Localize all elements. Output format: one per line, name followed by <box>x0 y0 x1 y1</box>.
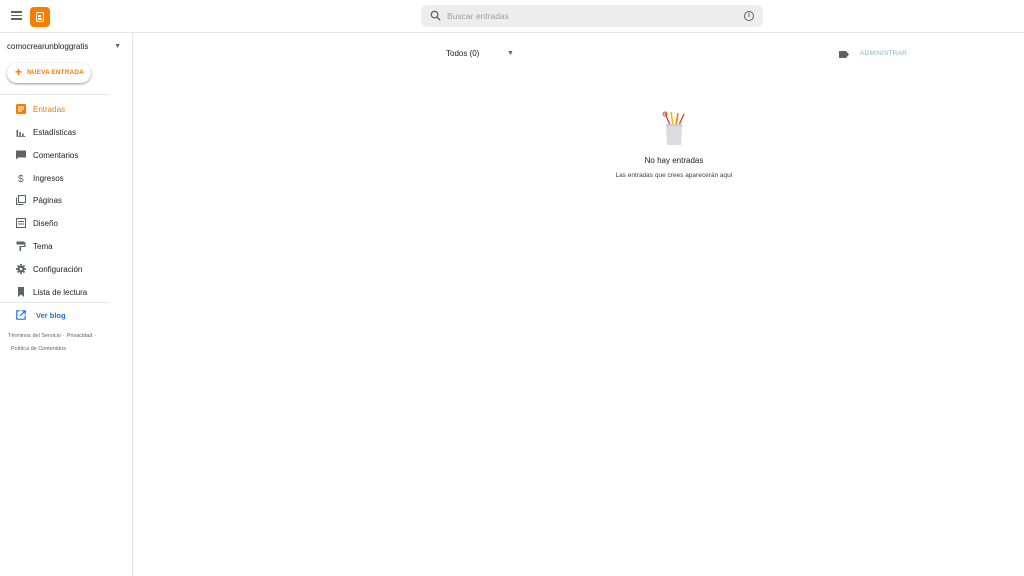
theme-icon <box>16 241 26 251</box>
chevron-down-icon: ▼ <box>114 43 121 50</box>
empty-posts-illustration <box>662 111 685 145</box>
info-icon[interactable]: i <box>744 11 754 21</box>
terms-link[interactable]: Términos del Servicio <box>8 333 61 339</box>
empty-state-title: No hay entradas <box>644 156 704 165</box>
content-policy-link[interactable]: Política de Contenidos <box>11 346 66 352</box>
separator: · <box>62 333 65 339</box>
search-bar: i <box>421 5 763 27</box>
blog-name: comocrearunbloggratis <box>7 42 89 51</box>
separator: · <box>94 333 97 339</box>
open-in-new-icon <box>16 310 26 320</box>
gear-icon <box>16 264 26 274</box>
blogger-logo[interactable] <box>30 7 50 27</box>
sidebar-item-label: Estadísticas <box>33 128 77 137</box>
label-icon <box>839 51 849 58</box>
posts-icon <box>16 104 26 114</box>
search-input[interactable] <box>447 8 737 24</box>
sidebar-item-label: Tema <box>33 242 53 251</box>
sidebar-item-label: Lista de lectura <box>33 288 88 297</box>
sidebar-item-label: Páginas <box>33 196 62 205</box>
new-post-button[interactable]: + NUEVA ENTRADA <box>7 63 91 83</box>
blog-selector[interactable]: comocrearunbloggratis ▼ <box>7 42 123 54</box>
sidebar: comocrearunbloggratis ▼ + NUEVA ENTRADA … <box>0 33 133 576</box>
sidebar-item-label: Diseño <box>33 219 58 228</box>
post-filter-dropdown[interactable]: Todos (0) ▼ <box>446 49 516 61</box>
top-bar: i <box>0 0 1024 33</box>
earnings-icon: $ <box>18 174 24 183</box>
pages-icon <box>16 195 26 205</box>
sidebar-item-label: Configuración <box>33 265 83 274</box>
layout-icon <box>16 218 26 228</box>
sidebar-item-reading-list[interactable]: Lista de lectura <box>0 282 120 302</box>
sidebar-divider <box>0 302 109 303</box>
sidebar-item-pages[interactable]: Páginas <box>0 190 120 210</box>
sidebar-item-label: Entradas <box>33 105 66 114</box>
search-icon <box>430 10 441 21</box>
sidebar-item-label: Ingresos <box>33 174 64 183</box>
empty-state-subtitle: Las entradas que crees aparecerán aquí <box>615 172 733 179</box>
comments-icon <box>16 150 26 160</box>
stats-icon <box>16 130 26 137</box>
sidebar-item-layout[interactable]: Diseño <box>0 213 120 233</box>
new-post-label: NUEVA ENTRADA <box>27 69 84 76</box>
sidebar-item-settings[interactable]: Configuración <box>0 259 120 279</box>
sidebar-item-theme[interactable]: Tema <box>0 236 120 256</box>
sidebar-item-label: Comentarios <box>33 151 79 160</box>
bookmark-icon <box>18 287 24 297</box>
menu-icon[interactable] <box>11 11 22 20</box>
sidebar-item-posts[interactable]: Entradas <box>0 99 120 119</box>
sidebar-divider <box>0 94 109 95</box>
sidebar-item-comments[interactable]: Comentarios <box>0 145 120 165</box>
view-blog-link[interactable]: Ver blog <box>0 305 120 325</box>
manage-label: ADMINISTRAR <box>860 50 907 57</box>
main-content: Todos (0) ▼ ADMINISTRAR No hay entradas … <box>134 33 1024 576</box>
footer-links: Términos del Servicio · Privacidad · Políti… <box>8 330 123 356</box>
privacy-link[interactable]: Privacidad <box>67 333 93 339</box>
plus-icon: + <box>15 65 23 79</box>
sidebar-item-stats[interactable]: Estadísticas <box>0 122 120 142</box>
manage-labels-button[interactable]: ADMINISTRAR <box>839 50 919 60</box>
svg-text:$: $ <box>18 174 24 183</box>
view-blog-label: Ver blog <box>36 311 66 320</box>
sidebar-item-earnings[interactable]: $ Ingresos <box>0 168 120 188</box>
filter-label: Todos (0) <box>446 49 480 58</box>
chevron-down-icon: ▼ <box>507 50 514 57</box>
